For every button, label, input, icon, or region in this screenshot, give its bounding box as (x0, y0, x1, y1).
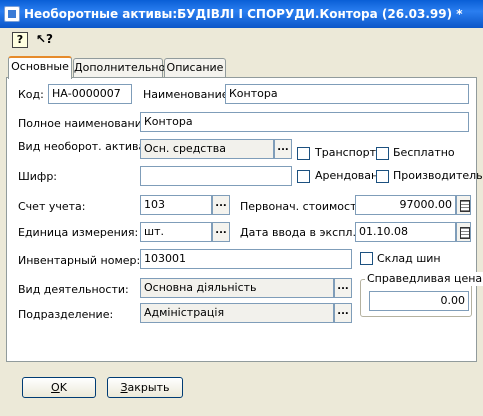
window-title: Необоротные активы:БУДІВЛІ І СПОРУДИ.Кон… (24, 7, 463, 21)
transport-label: Транспорт (315, 146, 376, 159)
activity-type-label: Вид деятельности: (18, 283, 129, 296)
close-button[interactable]: Закрыть (107, 377, 183, 398)
production-checkbox[interactable] (376, 170, 389, 183)
cipher-field[interactable] (140, 166, 292, 186)
help-icon[interactable]: ? (12, 32, 28, 48)
unit-field[interactable]: шт. (140, 222, 212, 242)
unit-label: Единица измерения: (18, 226, 139, 239)
tab-additional[interactable]: Дополнительно (73, 58, 165, 78)
inventory-number-field[interactable]: 103001 (140, 249, 352, 269)
inventory-number-label: Инвентарный номер: (18, 254, 141, 267)
cipher-label: Шифр: (18, 170, 58, 183)
close-accesskey: З (120, 381, 128, 394)
whats-this-icon[interactable]: ↖? (36, 32, 53, 48)
department-select-button[interactable]: ... (334, 303, 352, 323)
commission-date-label: Дата ввода в экспл.: (240, 226, 360, 239)
production-label: Производитель (393, 169, 483, 182)
tire-warehouse-label: Склад шин (377, 252, 441, 265)
tab-main[interactable]: Основные (8, 56, 72, 79)
ok-button[interactable]: OK (22, 377, 96, 398)
tab-description[interactable]: Описание (164, 58, 226, 78)
asset-type-select-button[interactable]: ... (274, 139, 292, 159)
full-name-field[interactable]: Контора (140, 112, 469, 132)
account-label: Счет учета: (18, 200, 86, 213)
free-label: Бесплатно (393, 146, 455, 159)
toolbar: ? ↖? (0, 28, 483, 52)
initial-cost-label: Первонач. стоимость: (240, 200, 367, 213)
name-field[interactable]: Контора (225, 84, 469, 104)
fair-price-label: Справедливая цена (365, 272, 483, 286)
title-bar: Необоротные активы:БУДІВЛІ І СПОРУДИ.Кон… (0, 0, 483, 28)
app-icon (4, 6, 20, 22)
ok-button-label: K (59, 381, 67, 394)
asset-type-field[interactable]: Осн. средства (140, 139, 274, 159)
unit-select-button[interactable]: ... (212, 222, 230, 242)
department-label: Подразделение: (18, 308, 114, 321)
account-select-button[interactable]: ... (212, 195, 230, 215)
full-name-label: Полное наименование: (18, 117, 153, 130)
calendar-icon[interactable] (456, 222, 471, 242)
activity-type-select-button[interactable]: ... (334, 278, 352, 298)
fair-price-field[interactable]: 0.00 (369, 291, 469, 311)
code-field[interactable]: НА-0000007 (48, 84, 132, 104)
code-label: Код: (18, 88, 44, 101)
free-checkbox[interactable] (376, 147, 389, 160)
initial-cost-field[interactable]: 97000.00 (355, 195, 456, 215)
department-field[interactable]: Адміністрація (140, 303, 334, 323)
asset-type-label: Вид необорот. актива: (18, 140, 149, 153)
ok-accesskey: O (51, 381, 60, 394)
activity-type-field[interactable]: Основна діяльність (140, 278, 334, 298)
leased-checkbox[interactable] (297, 170, 310, 183)
close-button-label: акрыть (127, 381, 170, 394)
name-label: Наименование: (143, 88, 233, 101)
account-field[interactable]: 103 (140, 195, 212, 215)
leased-label: Арендован (315, 169, 379, 182)
transport-checkbox[interactable] (297, 147, 310, 160)
tire-warehouse-checkbox[interactable] (360, 252, 373, 265)
calculator-icon[interactable] (456, 195, 471, 215)
commission-date-field[interactable]: 01.10.08 (355, 222, 456, 242)
